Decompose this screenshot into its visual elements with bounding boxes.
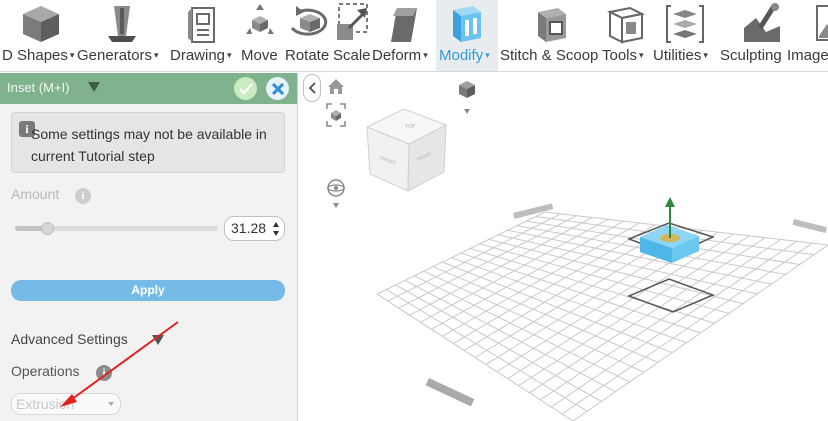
chevron-left-icon [308,82,316,94]
annotation-overlay [60,321,179,407]
annotation-arrow-line [67,321,179,403]
collapse-panel-button[interactable] [303,74,321,102]
annotation-arrow-head [60,394,77,407]
